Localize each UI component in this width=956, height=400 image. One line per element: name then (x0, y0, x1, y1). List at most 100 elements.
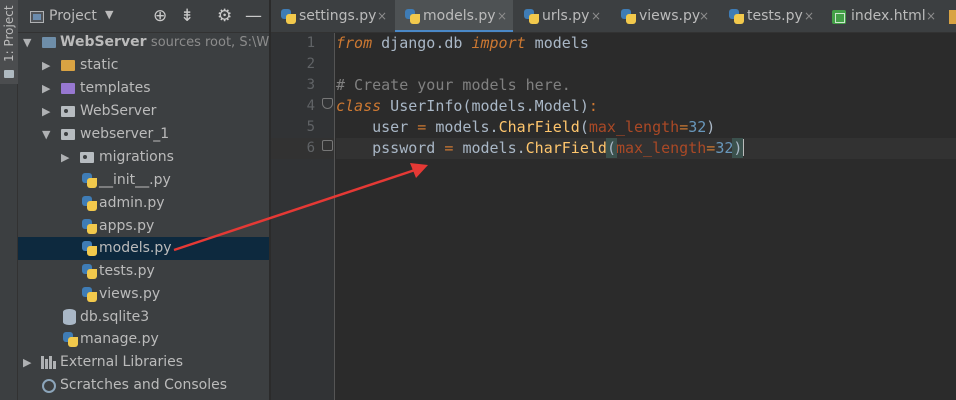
tab-models-py[interactable]: models.py × (395, 0, 513, 32)
tree-item-manage-py[interactable]: manage.py (18, 328, 269, 351)
tree-item-migrations[interactable]: ▶ migrations (18, 146, 269, 169)
function-call: CharField (525, 139, 607, 157)
module-name: django.db (372, 34, 472, 52)
code-line-6: pssword = models.CharField(max_length=32… (336, 138, 956, 159)
tree-item-views-py[interactable]: views.py (18, 283, 269, 306)
project-tool-tab[interactable]: 1: Project (0, 0, 18, 84)
python-file-icon (82, 173, 97, 188)
close-icon[interactable]: × (591, 0, 601, 32)
project-tool-label: 1: Project (2, 5, 16, 62)
tree-item-templates[interactable]: ▶ templates (18, 77, 269, 100)
tree-item-static[interactable]: ▶ static (18, 54, 269, 77)
python-file-icon (524, 9, 539, 24)
tree-item-tests-py[interactable]: tests.py (18, 260, 269, 283)
close-icon[interactable]: × (497, 0, 507, 32)
tree-item-external-libraries[interactable]: ▶ External Libraries (18, 351, 269, 374)
python-file-icon (82, 264, 97, 279)
expand-arrow-icon[interactable]: ▶ (42, 54, 50, 77)
line-number: 3 (306, 77, 315, 93)
minimize-icon[interactable]: — (245, 6, 262, 26)
library-icon (41, 356, 56, 369)
tab-label: index.html (851, 8, 926, 24)
project-panel-header: Project ▼ ⊕ ⇟ ⚙ — (18, 0, 269, 33)
package-icon (61, 106, 75, 117)
expand-arrow-icon[interactable]: ▶ (42, 100, 50, 123)
tab-index-html[interactable]: index.html × (820, 0, 941, 32)
import-name: models (525, 34, 589, 52)
keyword: from (336, 34, 373, 52)
chevron-down-icon[interactable]: ▼ (105, 8, 113, 21)
number: 32 (688, 118, 707, 136)
close-icon[interactable]: × (804, 0, 814, 32)
tab-label: urls.py (542, 8, 590, 24)
tab-settings-py[interactable]: settings.py × (271, 0, 394, 32)
fold-marker-icon[interactable] (322, 98, 333, 109)
base-class: models.Model (471, 97, 580, 115)
tree-item-webserver-root[interactable]: ▼ WebServer sources root, S:\Web (18, 31, 269, 54)
scratch-icon (42, 379, 56, 393)
tree-item-apps-py[interactable]: apps.py (18, 215, 269, 238)
tree-item-label: WebServer (80, 103, 157, 119)
line-number: 5 (306, 119, 315, 135)
tree-item-label: templates (80, 80, 151, 96)
operator: = (435, 139, 463, 157)
tree-item-label: WebServer (60, 34, 147, 50)
expand-arrow-icon[interactable]: ▼ (42, 123, 50, 146)
fold-marker-icon[interactable] (322, 140, 333, 151)
editor-gutter: 1 2 3 4 5 6 (271, 33, 335, 400)
paren: ) (579, 97, 589, 115)
project-folder-icon (4, 70, 14, 78)
tab-label: models.py (423, 8, 496, 24)
tree-item-db-sqlite3[interactable]: db.sqlite3 (18, 306, 269, 329)
folder-icon (61, 83, 75, 94)
tree-item-label: External Libraries (60, 354, 183, 370)
tab-overflow-icon[interactable] (949, 10, 956, 24)
keyword-arg: max_length (615, 139, 707, 157)
expand-arrow-icon[interactable]: ▼ (23, 31, 31, 54)
paren: ) (706, 118, 716, 136)
text-caret (742, 139, 745, 156)
tree-item-label: migrations (99, 149, 174, 165)
project-panel-title[interactable]: Project (49, 8, 97, 24)
code-line-1: from django.db import models (336, 33, 956, 54)
tree-item-scratches[interactable]: Scratches and Consoles (18, 374, 269, 397)
folder-icon (42, 37, 56, 48)
expand-arrow-icon[interactable]: ▶ (23, 351, 31, 374)
python-file-icon (281, 9, 296, 24)
number: 32 (715, 139, 734, 157)
tree-item-init-py[interactable]: __init__.py (18, 169, 269, 192)
tree-item-webserver-package[interactable]: ▶ WebServer (18, 100, 269, 123)
gear-icon[interactable]: ⚙ (217, 6, 232, 26)
collapse-icon[interactable]: ⇟ (180, 6, 194, 26)
tab-urls-py[interactable]: urls.py × (514, 0, 606, 32)
line-number: 2 (306, 56, 315, 72)
keyword-arg: max_length (588, 118, 680, 136)
tab-views-py[interactable]: views.py × (607, 0, 714, 32)
tree-item-admin-py[interactable]: admin.py (18, 192, 269, 215)
close-icon[interactable]: × (377, 0, 387, 32)
close-icon[interactable]: × (699, 0, 709, 32)
tree-item-models-py[interactable]: models.py (18, 237, 269, 260)
tab-tests-py[interactable]: tests.py × (715, 0, 819, 32)
project-view-icon (30, 11, 44, 23)
variable: pssword (372, 139, 436, 157)
keyword: class (336, 97, 382, 115)
operator: = (679, 118, 689, 136)
python-file-icon (82, 287, 97, 302)
tree-item-label: tests.py (99, 263, 155, 279)
variable: user (372, 118, 409, 136)
target-icon[interactable]: ⊕ (153, 6, 167, 26)
tab-label: tests.py (747, 8, 803, 24)
tree-item-label: manage.py (80, 331, 159, 347)
tree-item-webserver-1[interactable]: ▼ webserver_1 (18, 123, 269, 146)
tree-item-label: models.py (99, 240, 172, 256)
code-editor[interactable]: from django.db import models # Create yo… (336, 33, 956, 400)
operator: = (706, 139, 716, 157)
python-file-icon (405, 9, 420, 24)
database-icon (63, 309, 76, 325)
expand-arrow-icon[interactable]: ▶ (61, 146, 69, 169)
expand-arrow-icon[interactable]: ▶ (42, 77, 50, 100)
code-line-4: class UserInfo(models.Model): (336, 96, 956, 117)
close-icon[interactable]: × (926, 0, 936, 32)
